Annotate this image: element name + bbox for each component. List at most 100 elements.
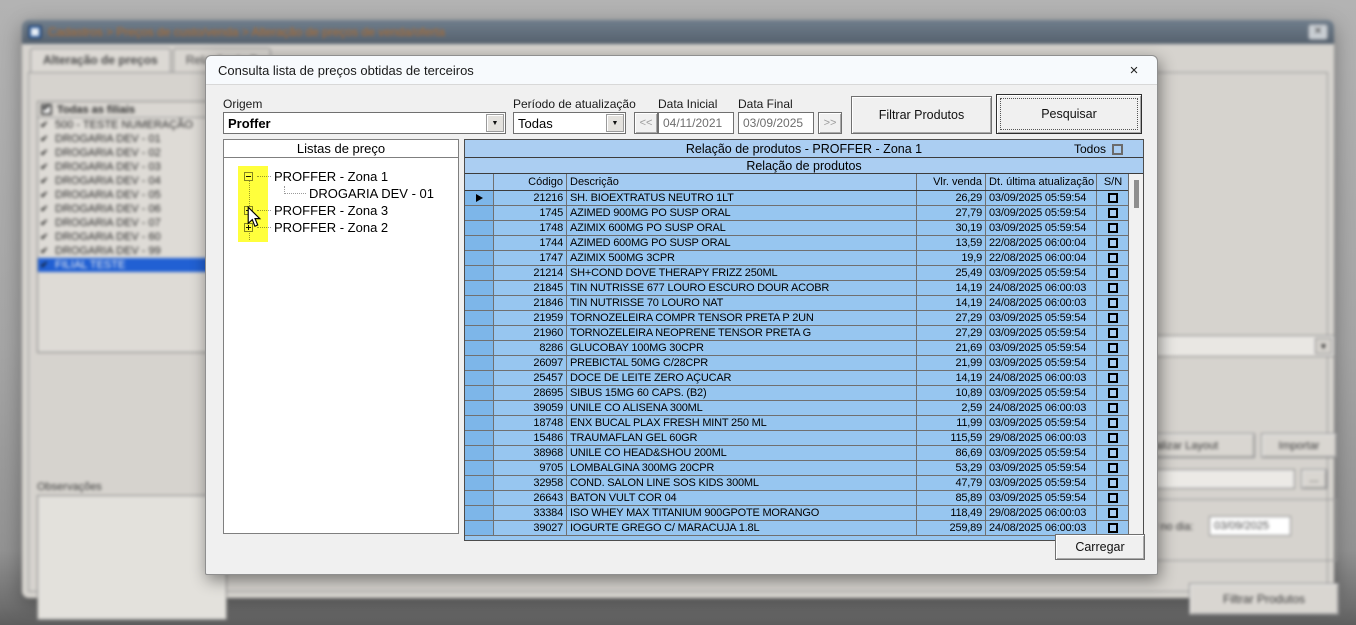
- bg-filtrar-produtos-button[interactable]: Filtrar Produtos: [1189, 583, 1339, 615]
- col-codigo[interactable]: Código: [494, 174, 567, 190]
- sn-checkbox[interactable]: [1108, 508, 1118, 518]
- sn-checkbox[interactable]: [1108, 463, 1118, 473]
- col-vlr-venda[interactable]: Vlr. venda: [917, 174, 986, 190]
- filial-list-item[interactable]: ✔DROGARIA DEV - 99: [38, 244, 228, 258]
- col-dt-ultima-atualizacao[interactable]: Dt. última atualização: [986, 174, 1097, 190]
- data-inicial-label: Data Inicial: [658, 97, 717, 111]
- sn-checkbox[interactable]: [1108, 418, 1118, 428]
- filial-list-item[interactable]: ✔DROGARIA DEV - 60: [38, 230, 228, 244]
- importar-button[interactable]: Importar: [1261, 433, 1337, 458]
- filial-list-item[interactable]: ✔DROGARIA DEV - 01: [38, 132, 228, 146]
- filial-list-item[interactable]: ✔DROGARIA DEV - 02: [38, 146, 228, 160]
- table-row[interactable]: 15486TRAUMAFLAN GEL 60GR115,5929/08/2025…: [465, 431, 1143, 446]
- table-row[interactable]: 26097PREBICTAL 50MG C/28CPR21,9903/09/20…: [465, 356, 1143, 371]
- data-inicial-field[interactable]: 04/11/2021: [658, 112, 734, 134]
- filtrar-produtos-button[interactable]: Filtrar Produtos: [851, 96, 992, 134]
- cell-descricao: TRAUMAFLAN GEL 60GR: [567, 431, 917, 445]
- cell-vlr-venda: 21,69: [917, 341, 986, 355]
- check-icon: ✔: [40, 204, 51, 215]
- table-row[interactable]: 21214SH+COND DOVE THERAPY FRIZZ 250ML25,…: [465, 266, 1143, 281]
- table-row[interactable]: 39027IOGURTE GREGO C/ MARACUJA 1.8L259,8…: [465, 521, 1143, 536]
- col-descricao[interactable]: Descrição: [567, 174, 917, 190]
- todas-as-filiais-header[interactable]: Todas as filiais: [38, 102, 228, 118]
- table-row[interactable]: 18748ENX BUCAL PLAX FRESH MINT 250 ML11,…: [465, 416, 1143, 431]
- filial-list-item[interactable]: ✔DROGARIA DEV - 05: [38, 188, 228, 202]
- table-row[interactable]: 8286GLUCOBAY 100MG 30CPR21,6903/09/2025 …: [465, 341, 1143, 356]
- next-period-button[interactable]: >>: [818, 112, 842, 134]
- table-row[interactable]: 33384ISO WHEY MAX TITANIUM 900GPOTE MORA…: [465, 506, 1143, 521]
- sn-checkbox[interactable]: [1108, 523, 1118, 533]
- observacoes-textarea[interactable]: [37, 495, 227, 620]
- table-row[interactable]: 25457DOCE DE LEITE ZERO AÇUCAR14,1924/08…: [465, 371, 1143, 386]
- table-row[interactable]: 1745AZIMED 900MG PO SUSP ORAL27,7903/09/…: [465, 206, 1143, 221]
- dialog-close-icon[interactable]: ×: [1123, 62, 1145, 79]
- sn-checkbox[interactable]: [1108, 373, 1118, 383]
- sn-checkbox[interactable]: [1108, 253, 1118, 263]
- filial-list-item[interactable]: ✔DROGARIA DEV - 07: [38, 216, 228, 230]
- sn-checkbox[interactable]: [1108, 193, 1118, 203]
- table-row[interactable]: 38968UNILE CO HEAD&SHOU 200ML86,6903/09/…: [465, 446, 1143, 461]
- prev-period-button[interactable]: <<: [634, 112, 658, 134]
- filial-list-item[interactable]: ✔DROGARIA DEV - 04: [38, 174, 228, 188]
- sn-checkbox[interactable]: [1108, 358, 1118, 368]
- main-window-titlebar: Cadastros > Preços de custo/venda > Alte…: [22, 20, 1334, 44]
- chevron-down-icon[interactable]: ▼: [606, 114, 624, 132]
- vertical-scrollbar[interactable]: [1128, 174, 1143, 540]
- row-indicator: [465, 266, 494, 280]
- scrollbar-thumb[interactable]: [1134, 180, 1139, 208]
- sn-checkbox[interactable]: [1108, 403, 1118, 413]
- filial-list-item[interactable]: ✔FILIAL TESTE: [38, 258, 228, 272]
- origem-combo[interactable]: Proffer ▼: [223, 112, 506, 134]
- table-row[interactable]: 21216SH. BIOEXTRATUS NEUTRO 1LT26,2903/0…: [465, 191, 1143, 206]
- sn-checkbox[interactable]: [1108, 343, 1118, 353]
- filial-list-item[interactable]: ✔DROGARIA DEV - 03: [38, 160, 228, 174]
- sn-checkbox[interactable]: [1108, 328, 1118, 338]
- sn-checkbox[interactable]: [1108, 268, 1118, 278]
- filial-label: DROGARIA DEV - 05: [55, 189, 161, 201]
- sn-checkbox[interactable]: [1108, 223, 1118, 233]
- cell-vlr-venda: 13,59: [917, 236, 986, 250]
- pesquisar-button[interactable]: Pesquisar: [996, 94, 1142, 134]
- chevron-down-icon[interactable]: ▼: [486, 114, 504, 132]
- update-day-date-field[interactable]: 03/09/2025: [1209, 516, 1291, 536]
- tree-node-drogaria-dev-01[interactable]: DROGARIA DEV - 01: [284, 185, 434, 202]
- chevron-down-icon[interactable]: ▼: [1315, 338, 1332, 354]
- check-icon: ✔: [40, 134, 51, 145]
- table-row[interactable]: 1747AZIMIX 500MG 3CPR19,922/08/2025 06:0…: [465, 251, 1143, 266]
- todas-as-filiais-checkbox[interactable]: [41, 104, 52, 115]
- table-row[interactable]: 1748AZIMIX 600MG PO SUSP ORAL30,1903/09/…: [465, 221, 1143, 236]
- table-row[interactable]: 21960TORNOZELEIRA NEOPRENE TENSOR PRETA …: [465, 326, 1143, 341]
- table-row[interactable]: 26643BATON VULT COR 0485,8903/09/2025 05…: [465, 491, 1143, 506]
- cell-sn: [1097, 476, 1130, 490]
- sn-checkbox[interactable]: [1108, 298, 1118, 308]
- periodo-combo[interactable]: Todas ▼: [513, 112, 626, 134]
- table-row[interactable]: 9705LOMBALGINA 300MG 20CPR53,2903/09/202…: [465, 461, 1143, 476]
- table-row[interactable]: 1744AZIMED 600MG PO SUSP ORAL13,5922/08/…: [465, 236, 1143, 251]
- carregar-button[interactable]: Carregar: [1055, 534, 1145, 560]
- sn-checkbox[interactable]: [1108, 283, 1118, 293]
- sn-checkbox[interactable]: [1108, 208, 1118, 218]
- col-sn[interactable]: S/N: [1097, 174, 1130, 190]
- sn-checkbox[interactable]: [1108, 493, 1118, 503]
- browse-button[interactable]: ...: [1301, 469, 1327, 489]
- sn-checkbox[interactable]: [1108, 388, 1118, 398]
- table-row[interactable]: 32958COND. SALON LINE SOS KIDS 300ML47,7…: [465, 476, 1143, 491]
- filial-list-item[interactable]: ✔500 - TESTE NUMERAÇÃO: [38, 118, 228, 132]
- table-row[interactable]: 21845TIN NUTRISSE 677 LOURO ESCURO DOUR …: [465, 281, 1143, 296]
- filial-list-item[interactable]: ✔DROGARIA DEV - 06: [38, 202, 228, 216]
- data-final-field[interactable]: 03/09/2025: [738, 112, 814, 134]
- table-row[interactable]: 21959TORNOZELEIRA COMPR TENSOR PRETA P 2…: [465, 311, 1143, 326]
- sn-checkbox[interactable]: [1108, 448, 1118, 458]
- table-row[interactable]: 39059UNILE CO ALISENA 300ML2,5924/08/202…: [465, 401, 1143, 416]
- todos-checkbox[interactable]: [1112, 144, 1123, 155]
- sn-checkbox[interactable]: [1108, 478, 1118, 488]
- table-row[interactable]: 28695SIBUS 15MG 60 CAPS. (B2)10,8903/09/…: [465, 386, 1143, 401]
- todos-toggle[interactable]: Todos: [1074, 142, 1123, 156]
- sn-checkbox[interactable]: [1108, 238, 1118, 248]
- main-window-close-icon[interactable]: ✕: [1308, 24, 1328, 40]
- sn-checkbox[interactable]: [1108, 433, 1118, 443]
- sn-checkbox[interactable]: [1108, 313, 1118, 323]
- table-row[interactable]: 21846TIN NUTRISSE 70 LOURO NAT14,1924/08…: [465, 296, 1143, 311]
- tab-alteracao-de-precos[interactable]: Alteração de preços: [30, 48, 171, 72]
- cell-dt-atualizacao: 22/08/2025 06:00:04: [986, 236, 1097, 250]
